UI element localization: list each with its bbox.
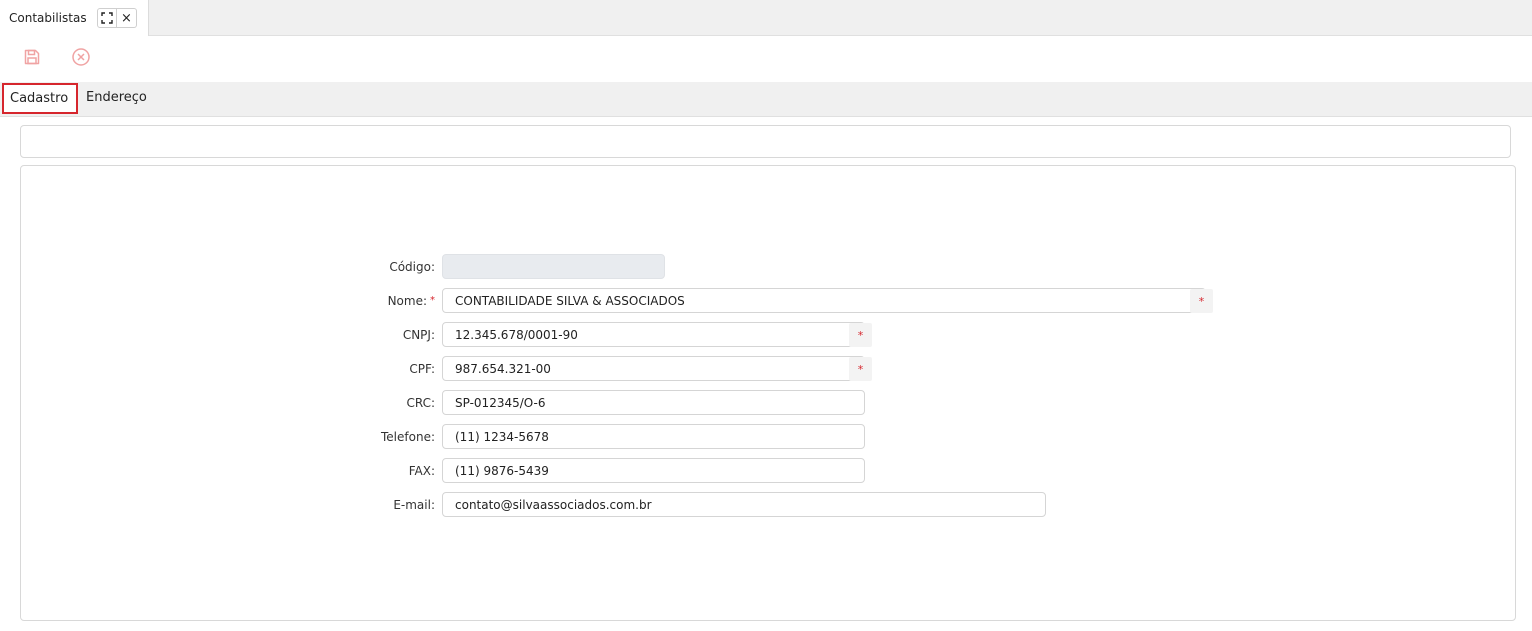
- row-cnpj: CNPJ: *: [21, 322, 1321, 348]
- nome-label: Nome: *: [387, 294, 435, 308]
- fax-label: FAX:: [408, 464, 435, 478]
- telefone-label: Telefone:: [381, 430, 435, 444]
- telefone-field[interactable]: [442, 424, 865, 449]
- expand-icon[interactable]: [97, 8, 117, 28]
- save-icon[interactable]: [21, 46, 43, 68]
- nome-required-badge: *: [1190, 289, 1213, 313]
- window-tab-contabilistas[interactable]: Contabilistas ×: [0, 0, 149, 36]
- row-cpf: CPF: *: [21, 356, 1321, 382]
- row-email: E-mail:: [21, 492, 1321, 518]
- cancel-icon[interactable]: [70, 46, 92, 68]
- cpf-field[interactable]: [442, 356, 865, 381]
- row-codigo: Código:: [21, 254, 1321, 280]
- row-nome: Nome:* *: [21, 288, 1321, 314]
- toolbar: [0, 36, 1532, 82]
- tab-endereco[interactable]: Endereço: [86, 89, 147, 113]
- window-tab-strip: Contabilistas ×: [0, 0, 1532, 36]
- nome-required-mark: *: [430, 295, 435, 306]
- form-panel: Código: Nome:* * CNPJ: * CPF: * CRC: Tel…: [20, 165, 1516, 621]
- row-telefone: Telefone:: [21, 424, 1321, 450]
- codigo-field[interactable]: [442, 254, 665, 279]
- close-tab-icon[interactable]: ×: [117, 8, 137, 28]
- email-field[interactable]: [442, 492, 1046, 517]
- row-fax: FAX:: [21, 458, 1321, 484]
- info-bar: [20, 125, 1511, 158]
- cnpj-field[interactable]: [442, 322, 865, 347]
- fax-field[interactable]: [442, 458, 865, 483]
- cpf-required-badge: *: [849, 357, 872, 381]
- crc-field[interactable]: [442, 390, 865, 415]
- nome-field[interactable]: [442, 288, 1206, 313]
- codigo-label: Código:: [389, 260, 435, 274]
- cpf-label: CPF:: [409, 362, 435, 376]
- window-tab-title: Contabilistas: [9, 11, 87, 25]
- cnpj-required-badge: *: [849, 323, 872, 347]
- row-crc: CRC:: [21, 390, 1321, 416]
- cnpj-label: CNPJ:: [402, 328, 435, 342]
- tab-cadastro[interactable]: Cadastro: [2, 83, 78, 114]
- section-tabs: Cadastro Endereço: [0, 82, 1532, 117]
- email-label: E-mail:: [393, 498, 435, 512]
- crc-label: CRC:: [406, 396, 435, 410]
